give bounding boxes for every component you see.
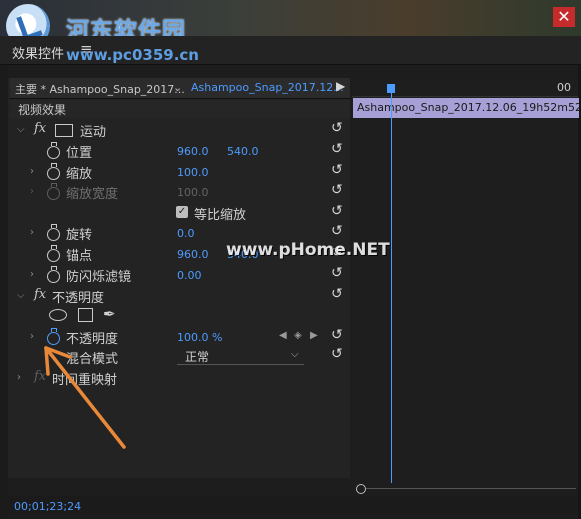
play-icon[interactable]: ▶ bbox=[336, 79, 345, 93]
panel-title[interactable]: 效果控件 bbox=[12, 43, 64, 62]
position-label: 位置 bbox=[66, 146, 93, 161]
chevron-down-icon[interactable]: ⌵ bbox=[291, 349, 299, 360]
time-remap-label: 时间重映射 bbox=[52, 373, 118, 388]
ruler-tick-label: 00 bbox=[557, 81, 571, 94]
ellipse-mask-icon[interactable] bbox=[49, 309, 67, 321]
rotation-value[interactable]: 0.0 bbox=[177, 227, 195, 240]
close-button[interactable]: ✕ bbox=[553, 7, 575, 27]
clip-chevron-icon[interactable]: ⌄ bbox=[173, 81, 182, 94]
playhead-line bbox=[391, 93, 392, 483]
reset-icon[interactable]: ↺ bbox=[331, 327, 343, 343]
zoom-scroll-handle[interactable] bbox=[356, 484, 366, 494]
mini-timeline[interactable] bbox=[352, 78, 578, 490]
stopwatch-icon[interactable] bbox=[47, 142, 60, 159]
stopwatch-icon[interactable] bbox=[47, 163, 60, 180]
stopwatch-icon[interactable] bbox=[47, 328, 60, 345]
checkbox-icon[interactable]: ✓ bbox=[176, 206, 188, 218]
blend-mode-value[interactable]: 正常 bbox=[185, 348, 209, 365]
video-effects-label: 视频效果 bbox=[18, 103, 67, 117]
expand-triangle-icon: › bbox=[30, 186, 34, 197]
keyframe-icon[interactable]: ◈ bbox=[294, 330, 302, 341]
reset-icon[interactable]: ↺ bbox=[331, 346, 343, 362]
expand-triangle-icon[interactable]: ⌵ bbox=[17, 124, 25, 135]
uniform-scale-label: 等比缩放 bbox=[194, 208, 247, 223]
expand-triangle-icon[interactable]: › bbox=[30, 166, 34, 177]
reset-icon[interactable]: ↺ bbox=[331, 286, 343, 302]
panel-footer bbox=[8, 496, 578, 514]
watermark-url: www.pc0359.cn bbox=[66, 46, 199, 64]
fx-icon: fx bbox=[34, 369, 47, 384]
watermark-center-text: www.pHome.NET bbox=[226, 240, 390, 260]
expand-triangle-icon[interactable]: › bbox=[30, 269, 34, 280]
expand-triangle-icon[interactable]: › bbox=[17, 372, 21, 383]
sequence-clip-label[interactable]: Ashampoo_Snap_2017.12... bbox=[191, 81, 344, 94]
rotation-label: 旋转 bbox=[66, 228, 93, 243]
timecode-display[interactable]: 00;01;23;24 bbox=[14, 500, 81, 513]
reset-icon[interactable]: ↺ bbox=[331, 120, 343, 136]
expand-triangle-icon[interactable]: › bbox=[30, 227, 34, 238]
scale-width-label: 缩放宽度 bbox=[66, 187, 119, 202]
scale-value[interactable]: 100.0 bbox=[177, 166, 209, 179]
stopwatch-icon[interactable] bbox=[47, 245, 60, 262]
anti-flicker-label: 防闪烁滤镜 bbox=[66, 270, 132, 285]
timeline-scrollbar[interactable] bbox=[366, 488, 576, 489]
scale-label: 缩放 bbox=[66, 167, 93, 182]
fx-icon[interactable]: fx bbox=[34, 121, 46, 136]
scale-width-value: 100.0 bbox=[177, 186, 209, 199]
position-x-value[interactable]: 960.0 bbox=[177, 145, 209, 158]
anchor-x-value[interactable]: 960.0 bbox=[177, 248, 209, 261]
stopwatch-icon[interactable] bbox=[47, 266, 60, 283]
timeline-clip[interactable]: Ashampoo_Snap_2017.12.06_19h52m52s_00 bbox=[353, 98, 579, 118]
stopwatch-icon[interactable] bbox=[47, 224, 60, 241]
prev-keyframe-icon[interactable]: ◀ bbox=[279, 330, 287, 341]
fx-icon[interactable]: fx bbox=[34, 287, 46, 302]
reset-icon[interactable]: ↺ bbox=[331, 223, 343, 239]
opacity-value[interactable]: 100.0 % bbox=[177, 331, 222, 344]
reset-icon[interactable]: ↺ bbox=[331, 265, 343, 281]
anti-flicker-value[interactable]: 0.00 bbox=[177, 269, 202, 282]
rect-mask-icon[interactable] bbox=[78, 308, 93, 322]
anchor-label: 锚点 bbox=[66, 249, 93, 264]
left-gutter bbox=[0, 36, 8, 519]
master-clip-label[interactable]: 主要 * Ashampoo_Snap_2017... bbox=[15, 81, 185, 97]
expand-triangle-icon[interactable]: › bbox=[30, 331, 34, 342]
blend-mode-label: 混合模式 bbox=[66, 352, 119, 367]
position-y-value[interactable]: 540.0 bbox=[227, 145, 259, 158]
opacity-group-label: 不透明度 bbox=[52, 291, 105, 306]
reset-icon[interactable]: ↺ bbox=[331, 141, 343, 157]
reset-icon[interactable]: ↺ bbox=[331, 182, 343, 198]
stopwatch-icon bbox=[47, 183, 60, 200]
motion-transform-icon[interactable] bbox=[55, 124, 73, 137]
opacity-label: 不透明度 bbox=[66, 332, 119, 347]
next-keyframe-icon[interactable]: ▶ bbox=[310, 330, 318, 341]
playhead-handle[interactable] bbox=[387, 84, 395, 93]
reset-icon[interactable]: ↺ bbox=[331, 203, 343, 219]
motion-label: 运动 bbox=[80, 125, 107, 140]
expand-triangle-icon[interactable]: ⌵ bbox=[17, 290, 25, 301]
pen-mask-icon[interactable]: ✒ bbox=[103, 305, 116, 323]
timeline-ruler[interactable] bbox=[352, 78, 578, 97]
reset-icon[interactable]: ↺ bbox=[331, 162, 343, 178]
